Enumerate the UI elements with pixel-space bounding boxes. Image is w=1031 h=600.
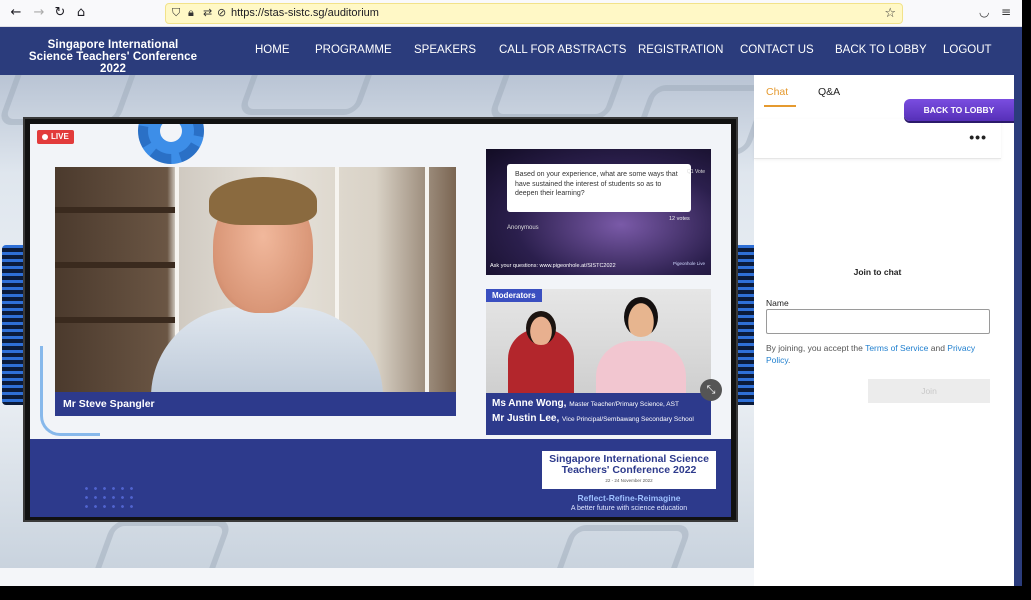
poll-slide: Based on your experience, what are some … — [486, 149, 711, 275]
nav-speakers[interactable]: SPEAKERS — [414, 44, 476, 56]
nav-programme[interactable]: PROGRAMME — [315, 44, 392, 56]
terms-of-service-link[interactable]: Terms of Service — [865, 343, 928, 353]
reload-icon[interactable]: ↻ — [52, 5, 68, 21]
terms-text: By joining, you accept the Terms of Serv… — [766, 343, 976, 365]
back-icon[interactable]: ← — [8, 5, 24, 21]
join-chat-title: Join to chat — [853, 267, 902, 277]
fullscreen-icon[interactable]: ⤡ — [700, 379, 722, 401]
chat-header: ••• — [754, 119, 1001, 159]
shelf — [55, 317, 175, 323]
moderator-1: Ms Anne Wong, Master Teacher/Primary Sci… — [492, 398, 679, 409]
site-logo[interactable]: Singapore International Science Teachers… — [24, 39, 202, 75]
moderator-face — [526, 311, 556, 345]
browser-window: ← → ↻ ⌂ ⛉ 🔒︎ ⇄ ⊘ https://stas-sistc.sg/a… — [0, 0, 1022, 586]
conference-dates: 22 - 24 November 2022 — [605, 478, 653, 483]
conference-tagline: Reflect-Refine-Reimagine — [577, 493, 681, 503]
poll-author: Anonymous — [507, 225, 539, 231]
moderators-video — [486, 289, 711, 393]
address-bar[interactable]: ⛉ 🔒︎ ⇄ ⊘ https://stas-sistc.sg/auditoriu… — [165, 3, 903, 24]
speaker-name: Mr Steve Spangler — [55, 392, 456, 416]
nav-back-to-lobby[interactable]: BACK TO LOBBY — [835, 44, 927, 56]
stage-decoration — [237, 75, 383, 115]
forward-icon[interactable]: → — [31, 5, 47, 21]
page-scrollbar[interactable] — [1014, 27, 1022, 586]
auditorium-stage: LIVE Mr Steve Spangler Based on your exp… — [0, 75, 754, 568]
moderator-figure — [596, 341, 686, 393]
nav-home[interactable]: HOME — [255, 44, 290, 56]
poll-side-label: Q1 Vote — [686, 169, 705, 175]
stage-decoration — [487, 75, 633, 120]
conference-banner: Singapore International Science Teachers… — [542, 451, 716, 489]
site-header: Singapore International Science Teachers… — [0, 27, 1014, 75]
speaker-video — [55, 167, 456, 392]
nav-registration[interactable]: REGISTRATION — [638, 44, 723, 56]
name-input[interactable] — [766, 309, 990, 334]
star-icon[interactable]: ☆ — [884, 6, 896, 21]
browser-toolbar: ← → ↻ ⌂ ⛉ 🔒︎ ⇄ ⊘ https://stas-sistc.sg/a… — [0, 0, 1022, 27]
lock-icon[interactable]: 🔒︎ — [188, 6, 194, 20]
stage-decoration — [87, 520, 233, 568]
shield-icon[interactable]: ⛉ — [172, 6, 180, 20]
poll-logo: Pigeonhole Live — [672, 261, 705, 266]
dots-graphic — [82, 484, 138, 512]
shelf — [55, 207, 175, 213]
nav-contact-us[interactable]: CONTACT US — [740, 44, 814, 56]
poll-link: Ask your questions: www.pigeonhole.at/SI… — [490, 263, 616, 269]
tab-qa[interactable]: Q&A — [818, 86, 840, 98]
stream-screen[interactable]: LIVE Mr Steve Spangler Based on your exp… — [23, 117, 738, 522]
gear-graphic — [138, 124, 204, 164]
stage-footer — [0, 568, 754, 586]
home-icon[interactable]: ⌂ — [73, 5, 89, 21]
moderators-caption: Ms Anne Wong, Master Teacher/Primary Sci… — [486, 393, 711, 435]
tab-chat[interactable]: Chat — [763, 86, 797, 107]
live-badge: LIVE — [37, 130, 74, 144]
moderator-2: Mr Justin Lee, Vice Principal/Sembawang … — [492, 413, 694, 424]
pocket-icon[interactable]: ◡ — [979, 5, 989, 19]
menu-icon[interactable]: ≡ — [1001, 5, 1011, 19]
back-to-lobby-button[interactable]: BACK TO LOBBY — [904, 99, 1014, 121]
stage-decoration — [547, 525, 693, 568]
conference-title: Singapore International Science Teachers… — [549, 453, 709, 476]
conference-subtitle: A better future with science education — [570, 505, 688, 512]
shelf — [55, 262, 175, 268]
cabinet-frame — [425, 167, 429, 392]
speaker-figure — [151, 307, 383, 392]
name-label: Name — [766, 298, 789, 308]
poll-question: Based on your experience, what are some … — [507, 164, 691, 212]
chat-panel: Chat Q&A BACK TO LOBBY ••• Join to chat … — [754, 75, 1014, 586]
moderators-tag: Moderators — [486, 289, 542, 302]
poll-votes: 12 votes — [669, 216, 690, 222]
nav-logout[interactable]: LOGOUT — [943, 44, 992, 56]
speaker-hair — [209, 177, 317, 225]
nav-call-for-abstracts[interactable]: CALL FOR ABSTRACTS — [499, 44, 626, 56]
moderator-face — [624, 297, 658, 337]
stream-frame: LIVE Mr Steve Spangler Based on your exp… — [30, 124, 731, 517]
url-text[interactable]: https://stas-sistc.sg/auditorium — [231, 7, 379, 19]
camera-blocked-icon[interactable]: ⊘ — [217, 6, 226, 19]
more-options-icon[interactable]: ••• — [969, 129, 987, 145]
permissions-icon[interactable]: ⇄ — [203, 6, 212, 19]
join-button[interactable]: Join — [868, 379, 990, 403]
